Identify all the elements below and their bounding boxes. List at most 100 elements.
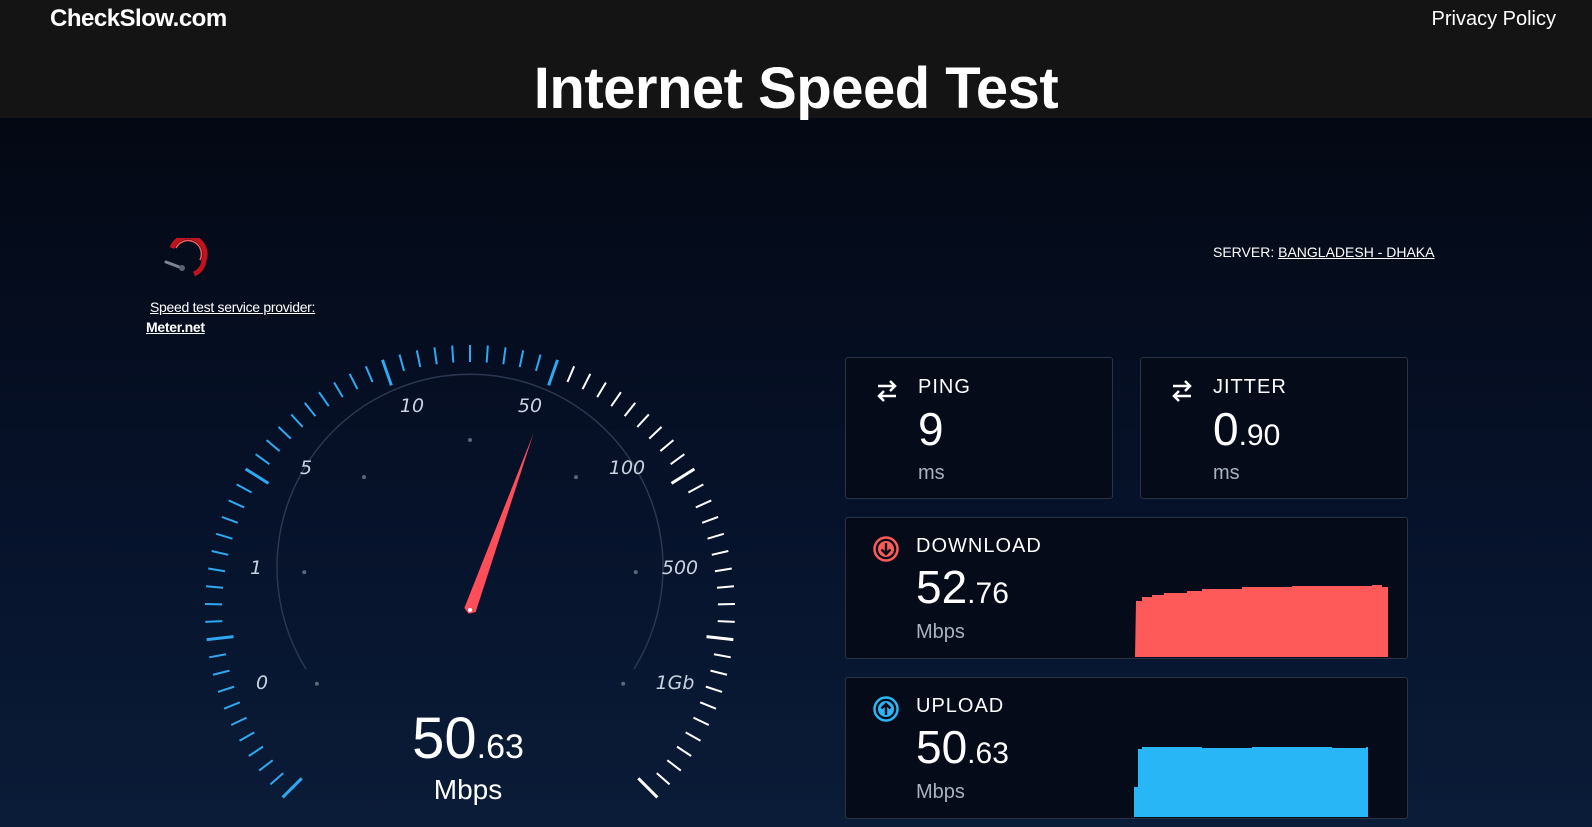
gauge-tick — [415, 350, 422, 368]
download-unit: Mbps — [916, 621, 965, 643]
gauge-tick — [451, 345, 455, 363]
jitter-value-dec: .90 — [1238, 419, 1281, 452]
tick-label-1: 1 — [250, 557, 262, 579]
gauge-tick — [716, 585, 735, 589]
gauge-tick — [502, 347, 507, 365]
gauge-tick — [239, 731, 255, 742]
gauge-tick — [676, 745, 692, 757]
ping-label: PING — [918, 376, 971, 398]
gauge-tick — [269, 772, 284, 786]
upload-value-dec: .63 — [967, 737, 1009, 770]
gauge-tick — [244, 467, 270, 485]
jitter-unit: ms — [1213, 462, 1240, 484]
gauge-tick — [318, 391, 330, 407]
gauge-tick — [281, 777, 303, 799]
gauge-tick — [710, 669, 728, 676]
gauge-needle — [464, 433, 534, 614]
ping-card: PING 9 ms — [845, 357, 1113, 499]
gauge-tick — [610, 391, 622, 407]
tick-label-5: 5 — [300, 457, 312, 479]
gauge-tick — [666, 759, 682, 772]
gauge-tick — [581, 373, 592, 390]
jitter-label: JITTER — [1213, 376, 1287, 398]
gauge-tick — [518, 350, 525, 368]
download-value-int: 52 — [916, 561, 968, 613]
download-value-dec: .76 — [967, 577, 1009, 610]
gauge-tick — [695, 499, 712, 509]
gauge-tick — [255, 453, 270, 466]
ping-unit: ms — [918, 462, 945, 484]
gauge-dot — [468, 438, 472, 442]
gauge-tick — [701, 515, 719, 524]
gauge-dot — [621, 681, 626, 686]
upload-label: UPLOAD — [916, 695, 1005, 717]
gauge-inner-arc — [276, 373, 664, 670]
upload-value: 50.63 — [916, 720, 1009, 774]
gauge-tick — [636, 413, 650, 428]
tick-label-0: 0 — [256, 672, 268, 694]
gauge-tick — [364, 365, 374, 383]
tick-label-10: 10 — [400, 395, 424, 417]
tick-label-1gb: 1Gb — [656, 672, 695, 694]
gauge-tick — [211, 550, 229, 556]
speed-readout-unit: Mbps — [433, 774, 503, 805]
gauge-tick — [693, 716, 710, 726]
gauge-tick — [433, 347, 438, 365]
gauge-tick — [230, 716, 247, 726]
gauge-tick — [717, 620, 735, 623]
gauge-tick — [212, 669, 230, 676]
gauge-tick — [687, 483, 704, 494]
upload-arrow-icon — [873, 696, 899, 722]
jitter-value-int: 0 — [1213, 403, 1239, 455]
gauge-tick — [248, 745, 264, 757]
gauge-tick — [699, 701, 717, 710]
gauge-tick — [707, 532, 725, 540]
ping-value-int: 9 — [918, 403, 944, 455]
gauge-tick — [706, 635, 734, 642]
gauge-tick — [596, 381, 607, 398]
speed-readout-dec: .63 — [476, 728, 524, 766]
gauge-tick — [205, 620, 223, 623]
gauge-tick — [303, 402, 317, 417]
gauge-tick — [685, 731, 701, 742]
speed-readout: 50.63 — [348, 705, 588, 772]
gauge-tick — [277, 426, 292, 440]
download-card: DOWNLOAD 52.76 Mbps — [845, 517, 1408, 659]
swap-arrows-icon — [877, 380, 897, 402]
gauge-tick — [265, 439, 281, 452]
gauge-tick — [535, 354, 542, 372]
gauge-dot — [633, 570, 638, 575]
gauge-dot — [302, 570, 307, 575]
gauge-tick — [381, 359, 393, 386]
gauge-tick — [656, 772, 671, 786]
gauge-tick — [348, 373, 359, 390]
gauge-tick — [670, 467, 696, 485]
download-arrow-icon — [873, 536, 899, 562]
gauge-dot — [314, 681, 319, 686]
gauge-tick — [215, 532, 233, 540]
gauge-needle-hub — [468, 608, 472, 612]
gauge-tick — [228, 499, 245, 509]
speed-readout-int: 50 — [412, 706, 477, 771]
gauge-tick — [205, 585, 224, 589]
download-label: DOWNLOAD — [916, 535, 1042, 557]
gauge-tick — [290, 413, 304, 428]
ping-value: 9 — [918, 402, 944, 456]
tick-label-100: 100 — [609, 457, 645, 479]
download-value: 52.76 — [916, 560, 1009, 614]
upload-value-int: 50 — [916, 721, 968, 773]
swap-arrows-icon — [1172, 380, 1192, 402]
gauge-tick — [714, 567, 732, 573]
gauge-tick — [670, 453, 685, 466]
gauge-tick — [398, 354, 405, 372]
gauge-tick — [258, 759, 274, 772]
gauge-tick — [566, 365, 576, 383]
upload-unit: Mbps — [916, 781, 965, 803]
gauge-tick — [333, 381, 344, 398]
tick-label-500: 500 — [662, 557, 698, 579]
download-graph — [1132, 585, 1388, 657]
gauge-tick — [209, 653, 227, 659]
gauge-tick — [208, 567, 226, 573]
jitter-card: JITTER 0.90 ms — [1140, 357, 1408, 499]
gauge-tick — [206, 635, 234, 642]
